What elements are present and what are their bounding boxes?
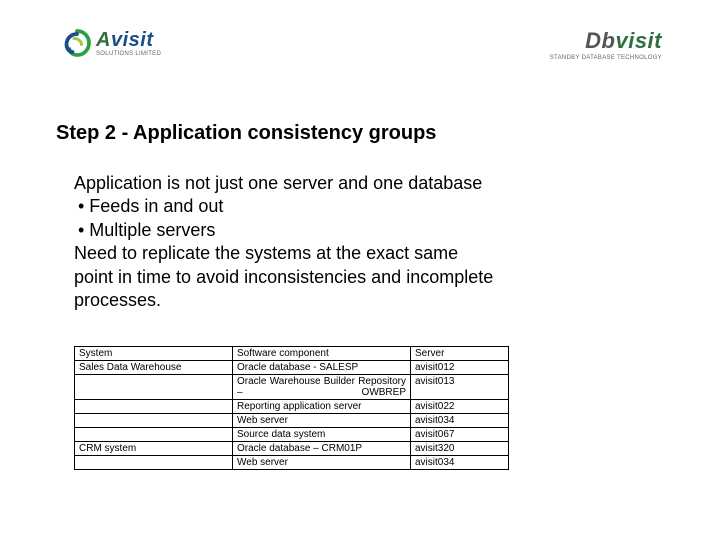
- cell-software: Web server: [233, 414, 411, 428]
- consistency-groups-table: System Software component Server Sales D…: [74, 346, 509, 470]
- body-bullet2: • Multiple servers: [78, 219, 604, 242]
- table-header-row: System Software component Server: [75, 347, 509, 361]
- cell-system: Sales Data Warehouse: [75, 361, 233, 375]
- body-line2b: point in time to avoid inconsistencies a…: [74, 266, 604, 289]
- body-bullet1: • Feeds in and out: [78, 195, 604, 218]
- logo-avisit-a: A: [96, 29, 111, 51]
- cell-server: avisit034: [411, 414, 509, 428]
- th-software: Software component: [233, 347, 411, 361]
- cell-system: [75, 400, 233, 414]
- table-row: Web server avisit034: [75, 414, 509, 428]
- cell-software: Reporting application server: [233, 400, 411, 414]
- cell-system: CRM system: [75, 442, 233, 456]
- cell-software: Web server: [233, 456, 411, 470]
- cell-server: avisit320: [411, 442, 509, 456]
- table-row: Source data system avisit067: [75, 428, 509, 442]
- logo-dbvisit-db: Db: [585, 28, 615, 53]
- logo-dbvisit: Dbvisit STANDBY DATABASE TECHNOLOGY: [550, 28, 662, 61]
- cell-system: [75, 456, 233, 470]
- table-row: Oracle Warehouse Builder Repository – OW…: [75, 375, 509, 400]
- cell-server: avisit012: [411, 361, 509, 375]
- avisit-swirl-icon: [62, 28, 92, 58]
- th-server: Server: [411, 347, 509, 361]
- logo-avisit-tagline: SOLUTIONS LIMITED: [96, 51, 161, 57]
- cell-system: [75, 414, 233, 428]
- logo-dbvisit-visit: visit: [615, 28, 662, 53]
- cell-software: Oracle database – CRM01P: [233, 442, 411, 456]
- cell-server: avisit034: [411, 456, 509, 470]
- table-row: CRM system Oracle database – CRM01P avis…: [75, 442, 509, 456]
- cell-software: Oracle database - SALESP: [233, 361, 411, 375]
- cell-system: [75, 375, 233, 400]
- body-line1: Application is not just one server and o…: [74, 172, 604, 195]
- cell-server: avisit067: [411, 428, 509, 442]
- logo-dbvisit-tagline: STANDBY DATABASE TECHNOLOGY: [550, 55, 662, 61]
- th-system: System: [75, 347, 233, 361]
- cell-server: avisit013: [411, 375, 509, 400]
- table-row: Web server avisit034: [75, 456, 509, 470]
- cell-server: avisit022: [411, 400, 509, 414]
- table-row: Sales Data Warehouse Oracle database - S…: [75, 361, 509, 375]
- body-line2a: Need to replicate the systems at the exa…: [74, 242, 604, 265]
- slide-title: Step 2 - Application consistency groups: [56, 122, 436, 145]
- body-text: Application is not just one server and o…: [74, 172, 604, 312]
- cell-software: Oracle Warehouse Builder Repository – OW…: [233, 375, 411, 400]
- body-line2c: processes.: [74, 289, 604, 312]
- cell-software: Source data system: [233, 428, 411, 442]
- cell-system: [75, 428, 233, 442]
- logo-avisit: Avisit SOLUTIONS LIMITED: [62, 28, 161, 58]
- table-row: Reporting application server avisit022: [75, 400, 509, 414]
- logo-avisit-visit: visit: [111, 29, 154, 51]
